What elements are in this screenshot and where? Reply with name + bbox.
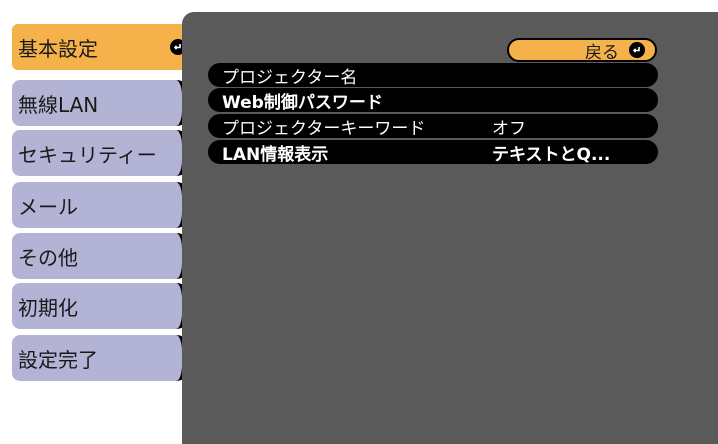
setting-name: プロジェクターキーワード <box>222 118 426 139</box>
menu-item-security[interactable]: セキュリティー <box>12 130 192 176</box>
menu-item-label: 基本設定 <box>18 36 98 61</box>
menu-item-setup-complete[interactable]: 設定完了 <box>12 335 192 381</box>
setting-row-projector-name[interactable]: プロジェクター名 <box>208 63 658 88</box>
menu-item-mail[interactable]: メール <box>12 182 192 228</box>
back-button[interactable]: 戻る <box>507 38 657 63</box>
setting-name: LAN情報表示 <box>222 144 329 165</box>
setting-value: オフ <box>492 118 526 139</box>
setting-name: プロジェクター名 <box>222 67 358 88</box>
setting-value: テキストとQ... <box>492 144 611 165</box>
menu-item-label: 無線LAN <box>18 92 99 117</box>
menu-item-reset[interactable]: 初期化 <box>12 283 192 329</box>
menu-item-label: メール <box>18 194 78 219</box>
menu-item-wireless-lan[interactable]: 無線LAN <box>12 80 192 126</box>
setting-row-projector-keyword[interactable]: プロジェクターキーワード オフ <box>208 114 658 139</box>
menu-item-label: セキュリティー <box>18 142 157 167</box>
back-button-label: 戻る <box>585 42 619 63</box>
projector-settings-screen: 基本設定 無線LAN セキュリティー メール その他 初期化 設定完了 戻る プ… <box>0 0 718 444</box>
menu-item-other[interactable]: その他 <box>12 233 192 279</box>
enter-icon <box>629 42 645 58</box>
menu-item-label: 設定完了 <box>18 347 98 372</box>
setting-row-web-password[interactable]: Web制御パスワード <box>208 88 658 113</box>
menu-item-label: その他 <box>18 245 78 270</box>
setting-name: Web制御パスワード <box>222 92 383 113</box>
menu-item-label: 初期化 <box>18 295 78 320</box>
setting-row-lan-info-display[interactable]: LAN情報表示 テキストとQ... <box>208 140 658 165</box>
menu-item-basic-settings[interactable]: 基本設定 <box>12 24 192 70</box>
